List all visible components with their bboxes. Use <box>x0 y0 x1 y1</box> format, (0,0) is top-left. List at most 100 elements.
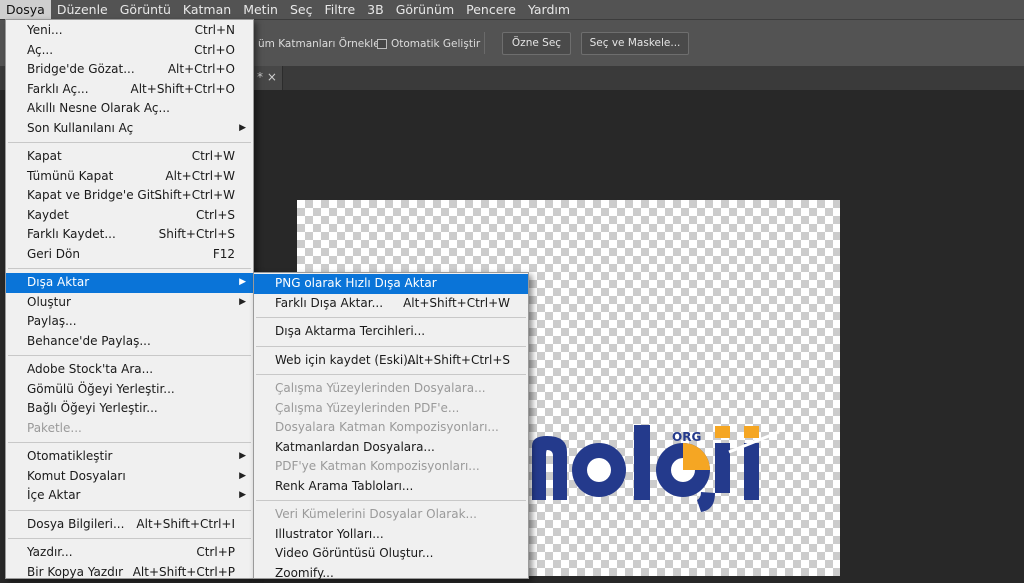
menu-item-shortcut: Alt+Shift+Ctrl+W <box>403 294 510 314</box>
menu-item-label: Paylaş... <box>27 312 77 332</box>
file-menu-item-bridge-de-gozat[interactable]: Bridge'de Gözat...Alt+Ctrl+O <box>6 60 253 80</box>
menubar-item-gorunum[interactable]: Görünüm <box>390 0 460 19</box>
file-menu-item-son-kullanilani-ac[interactable]: Son Kullanılanı Aç▶ <box>6 119 253 139</box>
file-menu-item-olustur[interactable]: Oluştur▶ <box>6 293 253 313</box>
file-menu-item-bagli-ogeyi-yerlestir[interactable]: Bağlı Öğeyi Yerleştir... <box>6 399 253 419</box>
export-menu-item-png-olarak-hizli-disa-aktar[interactable]: PNG olarak Hızlı Dışa Aktar <box>254 274 528 294</box>
menu-item-shortcut: Alt+Ctrl+W <box>165 167 235 187</box>
file-menu-item-ac[interactable]: Aç...Ctrl+O <box>6 41 253 61</box>
menubar-item-dosya[interactable]: Dosya <box>0 0 51 19</box>
file-menu-item-dosya-bilgileri[interactable]: Dosya Bilgileri... Alt+Shift+Ctrl+I <box>6 515 253 535</box>
menu-item-shortcut: Alt+Shift+Ctrl+P <box>133 563 235 583</box>
menu-item-label: Zoomify... <box>275 564 334 583</box>
export-menu-item-disa-aktarma-tercihleri[interactable]: Dışa Aktarma Tercihleri... <box>254 322 528 342</box>
file-menu-item-kapat-ve-bridge-e-git[interactable]: Kapat ve Bridge'e Git...Shift+Ctrl+W <box>6 186 253 206</box>
menu-item-shortcut: Ctrl+N <box>195 21 235 41</box>
menu-item-label: Katmanlardan Dosyalara... <box>275 438 435 458</box>
auto-enhance-checkbox[interactable] <box>377 39 387 49</box>
export-menu-item-dosyalara-katman-kompozisyonlari: Dosyalara Katman Kompozisyonları... <box>254 418 528 438</box>
menu-item-shortcut: Shift+Ctrl+W <box>154 186 235 206</box>
file-menu-item-bir-kopya-yazdir[interactable]: Bir Kopya YazdırAlt+Shift+Ctrl+P <box>6 563 253 583</box>
menu-item-label: Yeni... <box>27 21 63 41</box>
file-menu-item-behance-de-paylas[interactable]: Behance'de Paylaş... <box>6 332 253 352</box>
menu-item-label: Akıllı Nesne Olarak Aç... <box>27 99 170 119</box>
export-menu-item-katmanlardan-dosyalara[interactable]: Katmanlardan Dosyalara... <box>254 438 528 458</box>
logo-letter-i <box>744 426 759 500</box>
menu-item-label: Renk Arama Tabloları... <box>275 477 413 497</box>
select-and-mask-button[interactable]: Seç ve Maskele... <box>581 32 689 55</box>
menu-item-label: Kapat ve Bridge'e Git... <box>27 186 166 206</box>
menu-item-label: Dosya Bilgileri... <box>27 515 124 535</box>
file-menu-item-otomatiklestir[interactable]: Otomatikleştir▶ <box>6 447 253 467</box>
submenu-arrow-icon: ▶ <box>239 467 246 487</box>
menu-item-label: Paketle... <box>27 419 82 439</box>
menu-separator <box>256 500 526 501</box>
file-menu-item-kaydet[interactable]: KaydetCtrl+S <box>6 206 253 226</box>
menu-item-label: Otomatikleştir <box>27 447 112 467</box>
export-menu-item-video-goruntusu-olustur[interactable]: Video Görüntüsü Oluştur... <box>254 544 528 564</box>
menu-item-shortcut: Ctrl+P <box>196 543 235 563</box>
auto-enhance-label[interactable]: Otomatik Geliştir <box>391 38 480 50</box>
file-menu-dropdown: Yeni... Ctrl+NAç...Ctrl+OBridge'de Gözat.… <box>5 19 254 579</box>
menu-item-label: Kapat <box>27 147 62 167</box>
export-menu-item-calisma-yuzeylerinden-pdf-e: Çalışma Yüzeylerinden PDF'e... <box>254 399 528 419</box>
menu-item-label: Illustrator Yolları... <box>275 525 384 545</box>
menubar-item-pencere[interactable]: Pencere <box>460 0 522 19</box>
menu-item-label: Geri Dön <box>27 245 80 265</box>
file-menu-item-disa-aktar[interactable]: Dışa Aktar▶ <box>6 273 253 293</box>
export-menu-item-web-icin-kaydet-eski[interactable]: Web için kaydet (Eski)...Alt+Shift+Ctrl+… <box>254 351 528 371</box>
sample-all-layers-label[interactable]: üm Katmanları Örnekle <box>258 38 380 50</box>
file-menu-item-komut-dosyalari[interactable]: Komut Dosyaları▶ <box>6 467 253 487</box>
file-menu-item-akilli-nesne-olarak-ac[interactable]: Akıllı Nesne Olarak Aç... <box>6 99 253 119</box>
export-menu-item-zoomify[interactable]: Zoomify... <box>254 564 528 583</box>
menubar-item-yardim[interactable]: Yardım <box>522 0 576 19</box>
export-menu-item-farkli-disa-aktar[interactable]: Farklı Dışa Aktar...Alt+Shift+Ctrl+W <box>254 294 528 314</box>
menubar-item-goruntu[interactable]: Görüntü <box>114 0 177 19</box>
menu-item-shortcut: Ctrl+S <box>196 206 235 226</box>
logo-letter-l <box>634 425 650 500</box>
menu-item-label: Oluştur <box>27 293 71 313</box>
file-menu-item-geri-don[interactable]: Geri DönF12 <box>6 245 253 265</box>
logo-superscript: ORG <box>672 430 701 444</box>
export-menu-item-calisma-yuzeylerinden-dosyalara: Çalışma Yüzeylerinden Dosyalara... <box>254 379 528 399</box>
options-divider <box>484 32 485 54</box>
file-menu-item-adobe-stock-ta-ara[interactable]: Adobe Stock'ta Ara... <box>6 360 253 380</box>
menu-item-label: Web için kaydet (Eski)... <box>275 351 419 371</box>
export-menu-item-illustrator-yollari[interactable]: Illustrator Yolları... <box>254 525 528 545</box>
file-menu-item-gomulu-ogeyi-yerlestir[interactable]: Gömülü Öğeyi Yerleştir... <box>6 380 253 400</box>
menubar-item-duzenle[interactable]: Düzenle <box>51 0 114 19</box>
menu-separator <box>8 355 251 356</box>
menu-item-label: Çalışma Yüzeylerinden PDF'e... <box>275 399 459 419</box>
menubar-item-sec[interactable]: Seç <box>284 0 319 19</box>
menu-item-shortcut: Alt+Shift+Ctrl+I <box>136 515 235 535</box>
menu-bar: DosyaDüzenleGörüntüKatmanMetinSeçFiltre3… <box>0 0 1024 19</box>
menu-item-label: Farklı Aç... <box>27 80 89 100</box>
menu-item-label: Video Görüntüsü Oluştur... <box>275 544 433 564</box>
file-menu-item-farkli-kaydet[interactable]: Farklı Kaydet...Shift+Ctrl+S <box>6 225 253 245</box>
file-menu-item-farkli-ac[interactable]: Farklı Aç... Alt+Shift+Ctrl+O <box>6 80 253 100</box>
file-menu-item-kapat[interactable]: Kapat Ctrl+W <box>6 147 253 167</box>
file-menu-item-yeni[interactable]: Yeni... Ctrl+N <box>6 21 253 41</box>
menubar-item-metin[interactable]: Metin <box>237 0 284 19</box>
menu-item-shortcut: Alt+Shift+Ctrl+S <box>407 351 510 371</box>
menu-item-label: Bridge'de Gözat... <box>27 60 135 80</box>
file-menu-item-tumunu-kapat[interactable]: Tümünü KapatAlt+Ctrl+W <box>6 167 253 187</box>
menu-item-shortcut: Ctrl+O <box>194 41 235 61</box>
menubar-item-filtre[interactable]: Filtre <box>318 0 361 19</box>
menubar-item-katman[interactable]: Katman <box>177 0 237 19</box>
menu-item-shortcut: Ctrl+W <box>192 147 235 167</box>
tab-close-icon[interactable]: * × <box>257 70 277 84</box>
file-menu-item-i-ce-aktar[interactable]: İçe Aktar▶ <box>6 486 253 506</box>
menubar-item-3b[interactable]: 3B <box>361 0 390 19</box>
menu-separator <box>8 510 251 511</box>
file-menu-item-yazdir[interactable]: Yazdır...Ctrl+P <box>6 543 253 563</box>
select-subject-button[interactable]: Özne Seç <box>502 32 571 55</box>
menu-item-shortcut: Alt+Shift+Ctrl+O <box>131 80 235 100</box>
file-menu-item-paylas[interactable]: Paylaş... <box>6 312 253 332</box>
export-menu-item-renk-arama-tablolari[interactable]: Renk Arama Tabloları... <box>254 477 528 497</box>
logo-letter-n <box>532 436 567 500</box>
logo-accent-icon <box>683 443 710 470</box>
menu-item-shortcut: Shift+Ctrl+S <box>159 225 235 245</box>
submenu-arrow-icon: ▶ <box>239 119 246 139</box>
menu-item-label: Behance'de Paylaş... <box>27 332 151 352</box>
